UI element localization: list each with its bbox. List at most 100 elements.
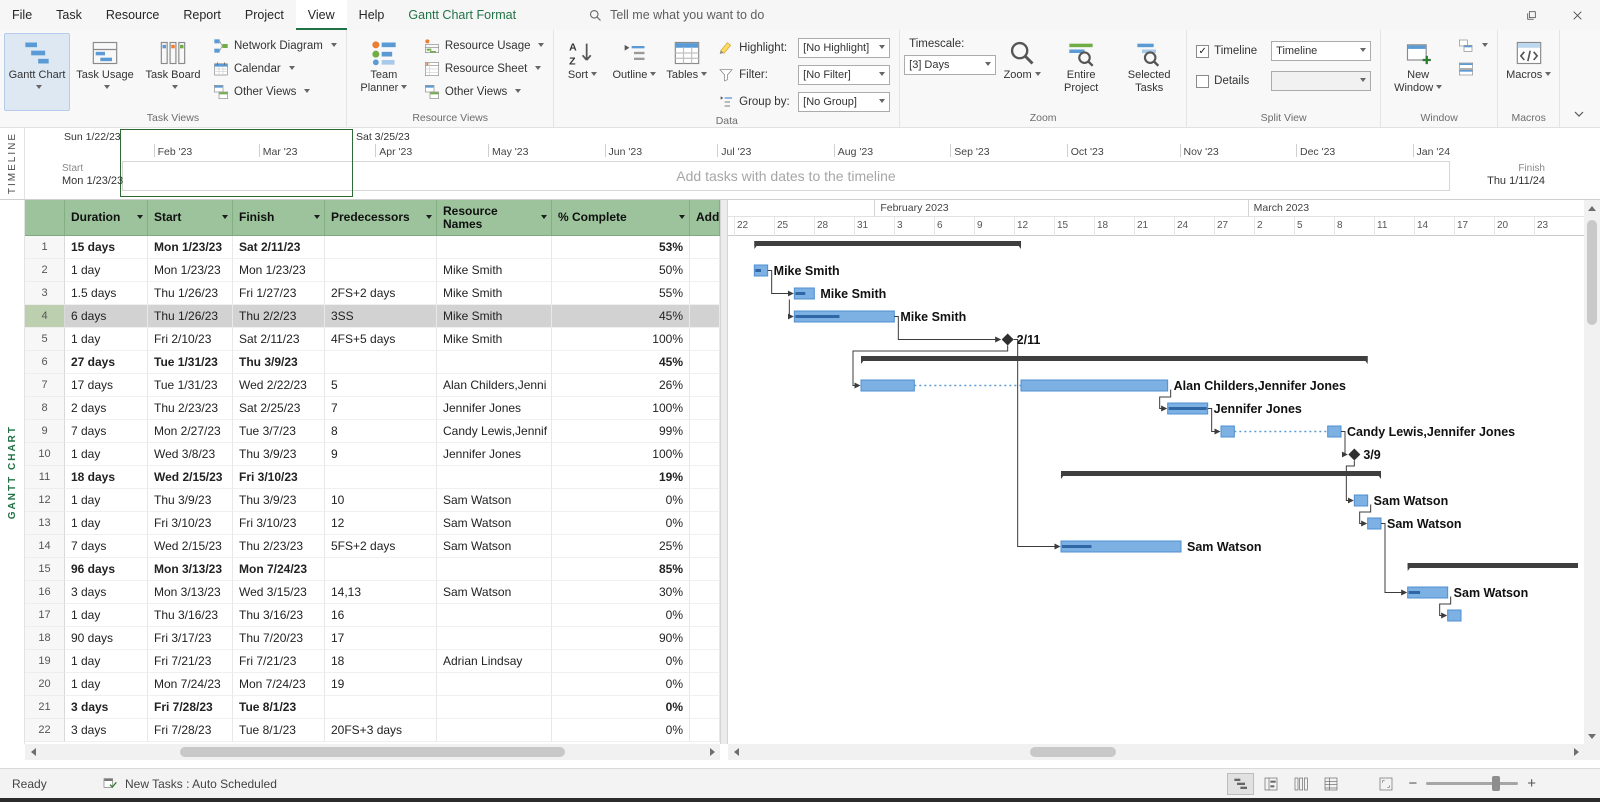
cell-add[interactable] <box>690 420 720 443</box>
table-scroll-right-arrow[interactable] <box>704 744 720 760</box>
cell-res[interactable] <box>437 466 552 489</box>
team-planner-view-switch[interactable] <box>1287 773 1314 795</box>
menu-report[interactable]: Report <box>171 0 233 30</box>
cell-start[interactable]: Wed 3/8/23 <box>148 443 233 466</box>
row-number[interactable]: 18 <box>25 627 65 650</box>
cell-add[interactable] <box>690 627 720 650</box>
column-header-pred[interactable]: Predecessors <box>325 200 437 235</box>
cell-duration[interactable]: 1 day <box>65 650 148 673</box>
cell-pct[interactable]: 0% <box>552 512 690 535</box>
cell-add[interactable] <box>690 374 720 397</box>
cell-res[interactable]: Sam Watson <box>437 512 552 535</box>
cell-finish[interactable]: Fri 3/10/23 <box>233 466 325 489</box>
cell-res[interactable]: Sam Watson <box>437 581 552 604</box>
cell-res[interactable] <box>437 236 552 259</box>
filter-select[interactable]: [No Filter] <box>798 65 890 85</box>
collapse-ribbon-button[interactable] <box>1568 105 1590 123</box>
cell-duration[interactable]: 1 day <box>65 489 148 512</box>
cell-duration[interactable]: 1 day <box>65 604 148 627</box>
cell-add[interactable] <box>690 558 720 581</box>
table-row[interactable]: 101 dayWed 3/8/23Thu 3/9/239Jennifer Jon… <box>25 443 720 466</box>
cell-start[interactable]: Thu 3/9/23 <box>148 489 233 512</box>
restore-button[interactable] <box>1508 0 1554 30</box>
cell-pct[interactable]: 0% <box>552 489 690 512</box>
cell-pct[interactable]: 100% <box>552 397 690 420</box>
cell-pred[interactable]: 8 <box>325 420 437 443</box>
row-number[interactable]: 3 <box>25 282 65 305</box>
cell-res[interactable] <box>437 558 552 581</box>
cell-add[interactable] <box>690 466 720 489</box>
filter-arrow-icon[interactable] <box>314 215 320 222</box>
cell-res[interactable]: Mike Smith <box>437 259 552 282</box>
cell-start[interactable]: Mon 1/23/23 <box>148 259 233 282</box>
row-number[interactable]: 17 <box>25 604 65 627</box>
cell-duration[interactable]: 2 days <box>65 397 148 420</box>
menu-help[interactable]: Help <box>347 0 397 30</box>
cell-finish[interactable]: Tue 3/7/23 <box>233 420 325 443</box>
cell-finish[interactable]: Thu 2/23/23 <box>233 535 325 558</box>
table-row[interactable]: 1596 daysMon 3/13/23Mon 7/24/2385% <box>25 558 720 581</box>
cell-res[interactable]: Sam Watson <box>437 535 552 558</box>
column-header-duration[interactable]: Duration <box>65 200 148 235</box>
cell-pct[interactable]: 0% <box>552 604 690 627</box>
cell-finish[interactable]: Fri 1/27/23 <box>233 282 325 305</box>
zoom-out-button[interactable]: − <box>1399 775 1426 792</box>
cell-duration[interactable]: 7 days <box>65 535 148 558</box>
row-number[interactable]: 14 <box>25 535 65 558</box>
gantt-pane-strip[interactable]: GANTT CHART <box>0 200 25 744</box>
cell-add[interactable] <box>690 236 720 259</box>
table-row[interactable]: 21 dayMon 1/23/23Mon 1/23/23Mike Smith50… <box>25 259 720 282</box>
cell-pred[interactable]: 16 <box>325 604 437 627</box>
cell-finish[interactable]: Mon 7/24/23 <box>233 673 325 696</box>
cell-pred[interactable] <box>325 259 437 282</box>
cell-pct[interactable]: 30% <box>552 581 690 604</box>
task-bar[interactable] <box>1448 610 1461 621</box>
menu-resource[interactable]: Resource <box>94 0 172 30</box>
cell-pct[interactable]: 99% <box>552 420 690 443</box>
table-row[interactable]: 46 daysThu 1/26/23Thu 2/2/233SSMike Smit… <box>25 305 720 328</box>
cell-finish[interactable]: Thu 3/9/23 <box>233 351 325 374</box>
table-row[interactable]: 1118 daysWed 2/15/23Fri 3/10/2319% <box>25 466 720 489</box>
cell-pct[interactable]: 50% <box>552 259 690 282</box>
network-diagram-button[interactable]: Network Diagram <box>208 36 342 56</box>
cell-pct[interactable]: 0% <box>552 696 690 719</box>
cell-pct[interactable]: 100% <box>552 328 690 351</box>
row-number[interactable]: 13 <box>25 512 65 535</box>
task-usage-view-switch[interactable] <box>1257 773 1284 795</box>
scroll-up-arrow[interactable] <box>1584 200 1600 216</box>
cell-res[interactable]: Adrian Lindsay <box>437 650 552 673</box>
cell-duration[interactable]: 18 days <box>65 466 148 489</box>
cell-pred[interactable] <box>325 236 437 259</box>
tell-me-search[interactable]: Tell me what you want to do <box>588 8 764 23</box>
cell-pred[interactable]: 7 <box>325 397 437 420</box>
gantt-timescale-header[interactable]: February 2023March 2023 2225283136912151… <box>728 200 1584 236</box>
gantt-horizontal-scrollbar[interactable] <box>728 744 1584 760</box>
cell-res[interactable]: Candy Lewis,Jennif <box>437 420 552 443</box>
cell-add[interactable] <box>690 604 720 627</box>
cell-duration[interactable]: 1 day <box>65 673 148 696</box>
cell-duration[interactable]: 96 days <box>65 558 148 581</box>
cell-pct[interactable]: 85% <box>552 558 690 581</box>
cell-add[interactable] <box>690 650 720 673</box>
milestone-diamond[interactable] <box>1002 334 1014 346</box>
macros-button[interactable]: Macros <box>1502 33 1555 111</box>
scroll-down-arrow[interactable] <box>1584 728 1600 744</box>
cell-start[interactable]: Fri 2/10/23 <box>148 328 233 351</box>
group-by-select[interactable]: [No Group] <box>798 92 890 112</box>
table-row[interactable]: 121 dayThu 3/9/23Thu 3/9/2310Sam Watson0… <box>25 489 720 512</box>
gantt-scroll-right-arrow[interactable] <box>1568 744 1584 760</box>
cell-finish[interactable]: Sat 2/25/23 <box>233 397 325 420</box>
table-row[interactable]: 82 daysThu 2/23/23Sat 2/25/237Jennifer J… <box>25 397 720 420</box>
tables-button[interactable]: Tables <box>662 33 711 114</box>
column-header-pct[interactable]: % Complete <box>552 200 690 235</box>
selected-tasks-button[interactable]: Selected Tasks <box>1116 33 1182 111</box>
cell-pct[interactable]: 45% <box>552 305 690 328</box>
row-number[interactable]: 6 <box>25 351 65 374</box>
column-header-finish[interactable]: Finish <box>233 200 325 235</box>
cell-pred[interactable]: 10 <box>325 489 437 512</box>
task-bar[interactable] <box>861 380 914 391</box>
timeline-checkbox[interactable] <box>1196 45 1209 58</box>
timeline-view-window[interactable] <box>120 129 353 197</box>
cell-duration[interactable]: 7 days <box>65 420 148 443</box>
cell-add[interactable] <box>690 696 720 719</box>
